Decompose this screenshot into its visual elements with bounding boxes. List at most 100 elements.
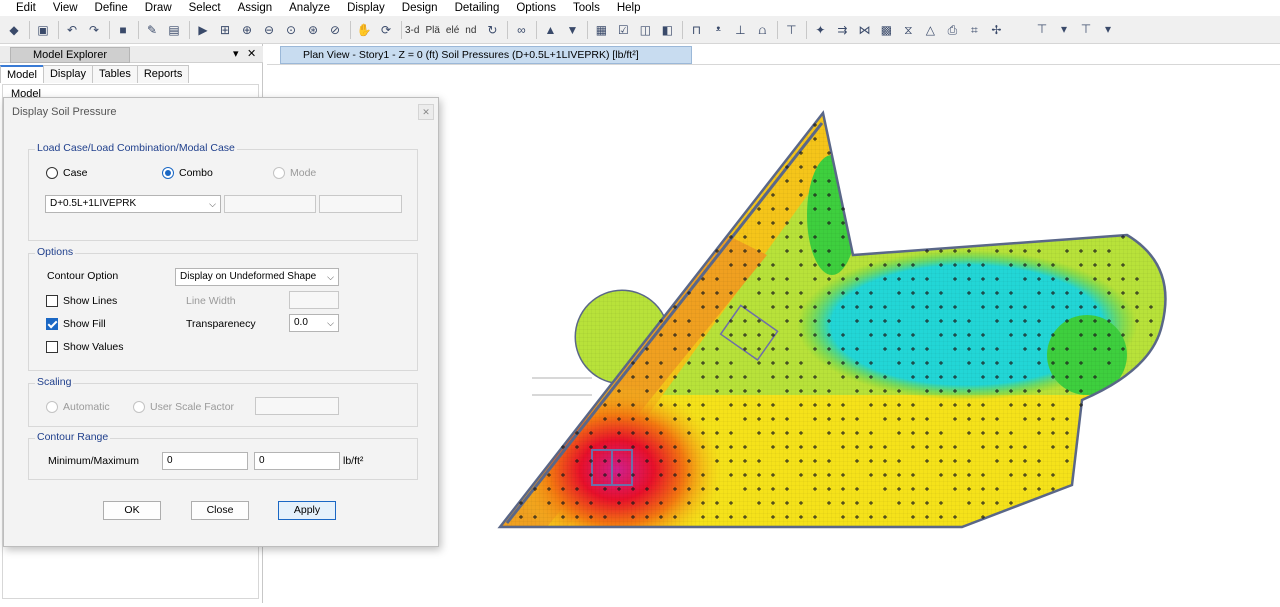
zoom-in-icon[interactable]: ⊕ (237, 20, 257, 40)
case-radio[interactable] (46, 167, 58, 179)
plan-view-button[interactable]: Plä (425, 25, 439, 36)
user-scale-radio[interactable] (133, 401, 145, 413)
soil-pressure-icon[interactable]: ⧖ (898, 20, 918, 40)
elevation-view-button[interactable]: elé (446, 25, 459, 36)
toolbar-separator (109, 21, 110, 39)
tab-tables[interactable]: Tables (92, 65, 138, 83)
tab-model[interactable]: Model (0, 65, 44, 83)
joint-reactions-icon[interactable]: ✦ (810, 20, 830, 40)
section-cut-icon[interactable]: ⊤ (1032, 19, 1052, 39)
show-values-checkbox[interactable] (46, 341, 58, 353)
toolbar-separator (29, 21, 30, 39)
move-up-icon[interactable]: ▲ (540, 20, 560, 40)
save-icon[interactable]: ▣ (33, 20, 53, 40)
extrude-icon[interactable]: ◧ (657, 20, 677, 40)
menu-edit[interactable]: Edit (16, 2, 36, 14)
zoom-out-icon[interactable]: ⊖ (259, 20, 279, 40)
pin-icon[interactable]: ▾ (233, 47, 239, 60)
apply-button[interactable]: Apply (278, 501, 336, 520)
3d-view-button[interactable]: 3-d (405, 25, 419, 36)
menu-analyze[interactable]: Analyze (289, 2, 330, 14)
toolbar-separator (350, 21, 351, 39)
dropdown-arrow-icon[interactable]: ▾ (1098, 19, 1118, 39)
options-group: Options Contour Option Display on Undefo… (28, 246, 418, 371)
design-icon[interactable]: △ (920, 20, 940, 40)
undo-icon[interactable]: ↶ (62, 20, 82, 40)
pencil-icon[interactable]: ✎ (142, 20, 162, 40)
combo-radio[interactable] (162, 167, 174, 179)
show-fill-checkbox[interactable] (46, 318, 58, 330)
detailing-icon[interactable]: ⌗ (964, 20, 984, 40)
menu-tools[interactable]: Tools (573, 2, 600, 14)
object-shrink-icon[interactable]: ◫ (635, 20, 655, 40)
plan-view-tab[interactable]: Plan View - Story1 - Z = 0 (ft) Soil Pre… (280, 46, 692, 64)
forces-icon[interactable]: ⊥ (730, 20, 750, 40)
deformed-shape-icon[interactable]: ᵜ (708, 20, 728, 40)
run-analysis-icon[interactable]: ▶ (193, 20, 213, 40)
menu-design[interactable]: Design (402, 2, 438, 14)
menu-help[interactable]: Help (617, 2, 641, 14)
disabled-field (224, 195, 316, 213)
scaling-group: Scaling Automatic User Scale Factor (28, 376, 418, 427)
redo-icon[interactable]: ↷ (84, 20, 104, 40)
stresses-icon[interactable]: ⩍ (752, 20, 772, 40)
moment-diagram-icon[interactable]: ⋈ (854, 20, 874, 40)
open-icon[interactable]: ◆ (4, 20, 24, 40)
pan-icon[interactable]: ✋ (354, 20, 374, 40)
menu-bar: Edit View Define Draw Select Assign Analyze Dis… (0, 0, 1280, 16)
load-combo-select[interactable]: D+0.5L+1LIVEPRK ⌵ (45, 195, 221, 213)
report-icon[interactable]: ⎙ (942, 20, 962, 40)
tab-display[interactable]: Display (42, 65, 94, 83)
minimum-input[interactable]: 0 (162, 452, 248, 470)
transparency-select[interactable]: 0.0 ⌵ (289, 314, 339, 332)
close-button[interactable]: Close (191, 501, 249, 520)
show-fill-label: Show Fill (63, 318, 106, 330)
menu-draw[interactable]: Draw (145, 2, 172, 14)
toolbar-separator (189, 21, 190, 39)
snap-icon[interactable]: ✢ (986, 20, 1006, 40)
frame-icon[interactable]: ⊓ (686, 20, 706, 40)
mode-radio[interactable] (273, 167, 285, 179)
maximum-input[interactable]: 0 (254, 452, 340, 470)
zoom-previous-icon[interactable]: ⊛ (303, 20, 323, 40)
toolbar-separator (401, 21, 402, 39)
perspective-icon[interactable]: ∞ (511, 20, 531, 40)
close-icon[interactable]: ✕ (247, 47, 256, 60)
nd-view-button[interactable]: nd (465, 25, 476, 36)
ok-button[interactable]: OK (103, 501, 161, 520)
lock-model-icon[interactable]: ▤ (164, 20, 184, 40)
zoom-window-icon[interactable]: ⊞ (215, 20, 235, 40)
menu-detailing[interactable]: Detailing (455, 2, 500, 14)
disabled-field (319, 195, 402, 213)
options-group-label: Options (35, 246, 76, 258)
beam-forces-icon[interactable]: ⇉ (832, 20, 852, 40)
minmax-label: Minimum/Maximum (48, 455, 140, 467)
shell-stresses-icon[interactable]: ▩ (876, 20, 896, 40)
model-explorer-title-bar: Model Explorer ▾ ✕ (0, 46, 263, 63)
dropdown-arrow-icon[interactable]: ▾ (1054, 19, 1074, 39)
zoom-next-icon[interactable]: ⊘ (325, 20, 345, 40)
menu-assign[interactable]: Assign (238, 2, 273, 14)
lock-icon[interactable]: ■ (113, 20, 133, 40)
rotate-3d-icon[interactable]: ↻ (482, 20, 502, 40)
automatic-radio[interactable] (46, 401, 58, 413)
set-display-icon[interactable]: ▦ (591, 20, 611, 40)
contour-range-group-label: Contour Range (35, 431, 111, 443)
tab-reports[interactable]: Reports (136, 65, 190, 83)
menu-options[interactable]: Options (516, 2, 556, 14)
menu-define[interactable]: Define (95, 2, 128, 14)
show-lines-checkbox[interactable] (46, 295, 58, 307)
story-response-icon[interactable]: ⊤ (781, 20, 801, 40)
menu-select[interactable]: Select (189, 2, 221, 14)
column-icon[interactable]: ⊤ (1076, 19, 1096, 39)
rotate-icon[interactable]: ⟳ (376, 20, 396, 40)
minimum-value: 0 (167, 455, 173, 466)
dialog-close-icon[interactable]: ✕ (418, 104, 434, 120)
move-down-icon[interactable]: ▼ (562, 20, 582, 40)
menu-view[interactable]: View (53, 2, 78, 14)
checkbox-icon[interactable]: ☑ (613, 20, 633, 40)
load-combo-value: D+0.5L+1LIVEPRK (50, 198, 137, 209)
contour-option-select[interactable]: Display on Undeformed Shape ⌵ (175, 268, 339, 286)
zoom-fit-icon[interactable]: ⊙ (281, 20, 301, 40)
menu-display[interactable]: Display (347, 2, 385, 14)
